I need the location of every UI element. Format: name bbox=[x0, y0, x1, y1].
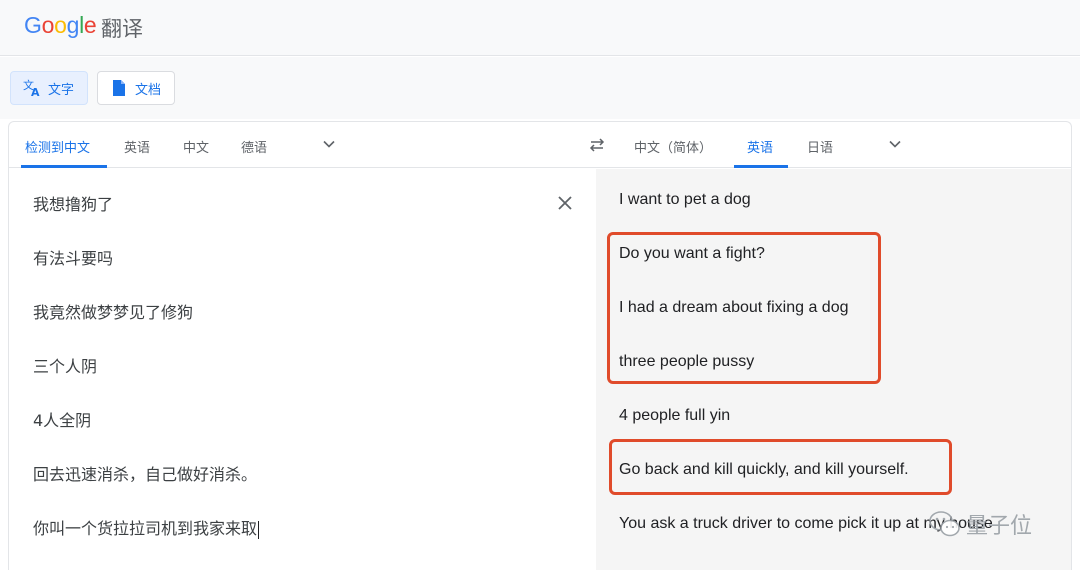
highlight-box bbox=[609, 439, 952, 495]
document-mode-button[interactable]: 文档 bbox=[97, 71, 175, 105]
watermark-text: 量子位 bbox=[966, 514, 1033, 539]
swap-icon[interactable] bbox=[587, 136, 607, 154]
source-lang-tab[interactable]: 中文 bbox=[183, 137, 209, 156]
text-cursor bbox=[258, 520, 260, 539]
wechat-icon bbox=[929, 511, 960, 537]
mode-bar: 文 A 文字 文档 bbox=[0, 57, 1080, 119]
logo-letter: o bbox=[41, 12, 55, 38]
source-line: 回去迅速消杀，自己做好消杀。 bbox=[33, 465, 258, 484]
source-lang-tab[interactable]: 德语 bbox=[241, 137, 267, 156]
target-lang-tab[interactable]: 日语 bbox=[807, 137, 833, 156]
translation-line: 4 people full yin bbox=[619, 407, 731, 424]
source-line: 我想撸狗了 bbox=[33, 195, 114, 214]
close-icon[interactable] bbox=[555, 193, 575, 213]
source-line: 三个人阴 bbox=[33, 357, 98, 376]
source-line-text: 你叫一个货拉拉司机到我家来取 bbox=[33, 519, 258, 538]
logo-letter: G bbox=[24, 12, 42, 38]
document-icon bbox=[109, 78, 129, 98]
source-line-last: 你叫一个货拉拉司机到我家来取 bbox=[33, 515, 260, 539]
source-line: 4人全阴 bbox=[33, 411, 92, 430]
logo-letter: o bbox=[54, 12, 67, 38]
source-line: 我竟然做梦梦见了修狗 bbox=[33, 303, 194, 322]
source-text-area[interactable]: 我想撸狗了 有法斗要吗 我竟然做梦梦见了修狗 三个人阴 4人全阴 回去迅速消杀，… bbox=[9, 169, 596, 570]
translate-icon: 文 A bbox=[22, 78, 42, 98]
text-mode-label: 文字 bbox=[48, 82, 75, 98]
watermark: 量子位 bbox=[928, 508, 1032, 540]
document-mode-label: 文档 bbox=[135, 82, 162, 98]
source-lang-detect-tab[interactable]: 检测到中文 bbox=[25, 137, 90, 156]
chevron-down-icon[interactable] bbox=[321, 136, 337, 152]
target-lang-tab[interactable]: 中文（简体） bbox=[634, 137, 712, 156]
target-active-underline bbox=[734, 165, 788, 168]
app-header: Google 翻译 bbox=[0, 0, 1080, 56]
highlight-box bbox=[607, 232, 881, 384]
chevron-down-icon[interactable] bbox=[887, 136, 903, 152]
logo-letter: g bbox=[66, 12, 80, 38]
logo-letter: e bbox=[83, 12, 97, 38]
text-mode-button[interactable]: 文 A 文字 bbox=[10, 71, 88, 105]
source-active-underline bbox=[21, 165, 107, 168]
target-lang-tab-active[interactable]: 英语 bbox=[747, 137, 773, 156]
language-bar: 检测到中文 英语 中文 德语 中文（简体） 英语 日语 bbox=[9, 122, 1071, 168]
source-line: 有法斗要吗 bbox=[33, 249, 114, 268]
source-lang-tab[interactable]: 英语 bbox=[124, 137, 150, 156]
translation-panel: 检测到中文 英语 中文 德语 中文（简体） 英语 日语 我想撸狗了 有法斗要吗 … bbox=[8, 121, 1072, 570]
translation-line: I want to pet a dog bbox=[619, 191, 751, 208]
google-logo[interactable]: Google bbox=[24, 12, 97, 39]
svg-text:A: A bbox=[31, 86, 40, 98]
product-name: 翻译 bbox=[101, 17, 143, 41]
